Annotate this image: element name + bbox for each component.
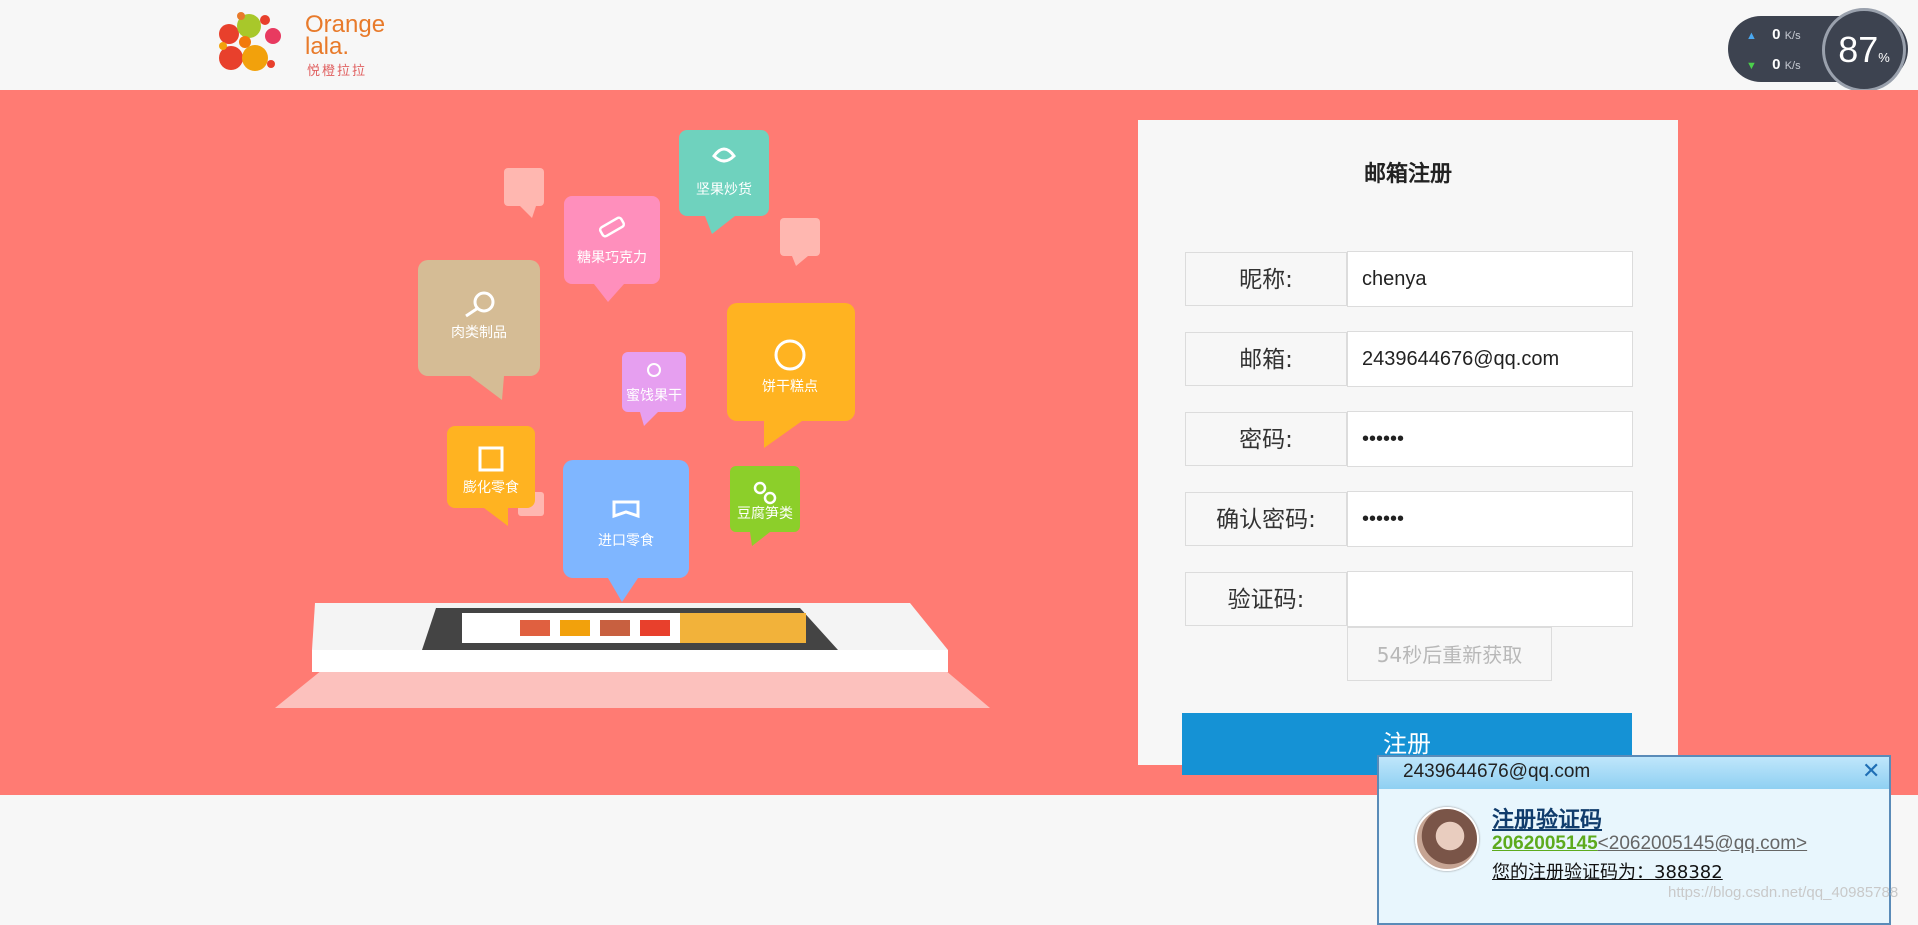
category-label: 豆腐笋类 — [737, 505, 793, 522]
email-sender[interactable]: 2062005145<2062005145@qq.com> — [1492, 832, 1807, 855]
category-label: 膨化零食 — [463, 479, 519, 496]
logo-subtitle: 悦橙拉拉 — [307, 64, 368, 79]
password-row: 密码: •••••• — [1185, 411, 1633, 468]
email-preview[interactable]: 您的注册验证码为：388382 — [1492, 858, 1723, 884]
resend-code-button[interactable]: 54秒后重新获取 — [1347, 627, 1552, 681]
nickname-input[interactable] — [1347, 251, 1633, 307]
email-subject-link[interactable]: 注册验证码 — [1492, 802, 1602, 834]
category-bubble-candy: 糖果巧克力 — [564, 196, 660, 302]
category-label: 肉类制品 — [451, 325, 507, 341]
password-label: 密码: — [1185, 412, 1347, 466]
email-input[interactable] — [1347, 331, 1633, 387]
close-icon[interactable]: ✕ — [1862, 759, 1880, 784]
download-speed: ▼ 0 K/s — [1746, 56, 1801, 73]
notification-recipient: 2439644676@qq.com — [1403, 761, 1591, 782]
confirm-password-label: 确认密码: — [1185, 492, 1347, 546]
category-label: 饼干糕点 — [762, 379, 818, 395]
site-logo[interactable]: Orange lala. 悦橙拉拉 — [215, 6, 395, 82]
register-card: 邮箱注册 昵称: 邮箱: 密码: •••••• 确认密码: •••••• 验证码… — [1138, 120, 1678, 775]
gauge-unit: % — [1878, 50, 1890, 65]
form-title: 邮箱注册 — [1363, 162, 1452, 187]
category-label: 坚果炒货 — [696, 181, 752, 198]
notification-header: 2439644676@qq.com ✕ — [1379, 757, 1889, 789]
logo-dots-icon — [219, 12, 281, 71]
email-row: 邮箱: — [1185, 331, 1633, 388]
nickname-row: 昵称: — [1185, 251, 1633, 308]
gauge-value: 87 — [1838, 29, 1879, 70]
category-bubble-dried-fruit: 蜜饯果干 — [622, 352, 686, 426]
category-label: 糖果巧克力 — [577, 250, 647, 266]
decor-bubble — [780, 218, 820, 266]
verification-code-label: 验证码: — [1185, 572, 1347, 626]
category-bubble-nuts: 坚果炒货 — [679, 130, 769, 234]
verification-code-row: 验证码: — [1185, 571, 1633, 628]
category-label: 蜜饯果干 — [626, 388, 682, 404]
download-arrow-icon: ▼ — [1746, 60, 1757, 72]
category-bubble-meat: 肉类制品 — [418, 260, 540, 400]
memory-gauge[interactable]: 87% — [1822, 8, 1906, 92]
upload-arrow-icon: ▲ — [1746, 30, 1757, 42]
confirm-password-input[interactable]: •••••• — [1347, 491, 1633, 547]
email-label: 邮箱: — [1185, 332, 1347, 386]
category-label: 进口零食 — [598, 532, 654, 549]
sender-address[interactable]: <2062005145@qq.com> — [1598, 833, 1807, 854]
site-header: Orange lala. 悦橙拉拉 — [0, 0, 1918, 90]
category-bubble-biscuits: 饼干糕点 — [727, 303, 855, 448]
upload-speed: ▲ 0 K/s — [1746, 26, 1801, 43]
password-input[interactable]: •••••• — [1347, 411, 1633, 467]
decor-bubble — [504, 168, 544, 218]
confirm-password-row: 确认密码: •••••• — [1185, 491, 1633, 548]
sender-name[interactable]: 2062005145 — [1492, 833, 1598, 854]
category-bubble-tofu: 豆腐笋类 — [730, 466, 800, 546]
verification-code-input[interactable] — [1347, 571, 1633, 627]
product-category-illustration: 坚果炒货 糖果巧克力 肉类制品 饼干糕点 蜜饯果干 膨化零食 进口零食 豆腐笋类 — [275, 130, 990, 708]
watermark: https://blog.csdn.net/qq_40985788 — [1668, 884, 1899, 901]
logo-text-line2: lala. — [305, 33, 350, 60]
sender-avatar — [1415, 807, 1479, 871]
category-bubble-imported-snacks: 进口零食 — [563, 460, 689, 602]
nickname-label: 昵称: — [1185, 252, 1347, 306]
